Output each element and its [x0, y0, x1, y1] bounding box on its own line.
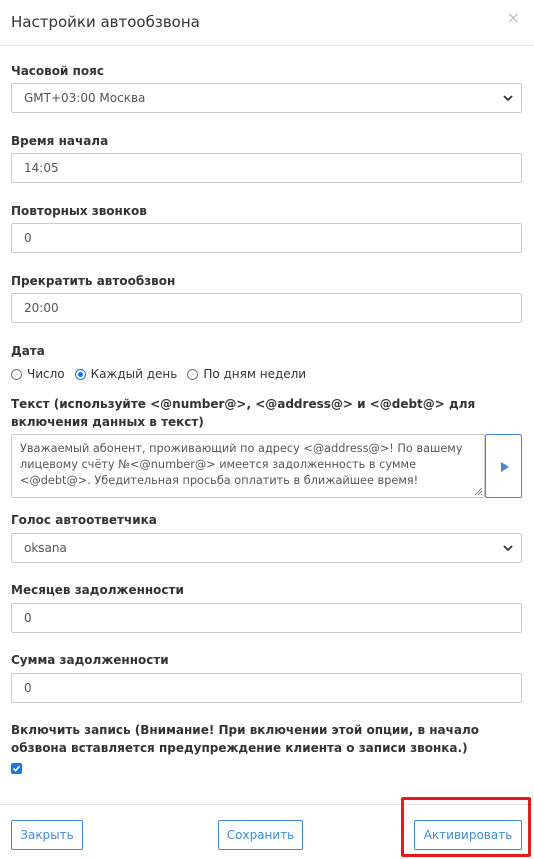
debt-months-label: Месяцев задолженности	[11, 583, 184, 597]
radio-option-weekdays[interactable]: По дням недели	[187, 367, 306, 381]
date-radio-group: Число Каждый день По дням недели	[11, 366, 316, 382]
radio-label: Число	[27, 367, 65, 381]
close-icon[interactable]: ×	[507, 10, 520, 26]
dialog-header: Настройки автообзвона ×	[0, 0, 534, 46]
stop-time-value: 20:00	[24, 301, 59, 315]
retries-value: 0	[24, 231, 32, 245]
retries-label: Повторных звонков	[11, 204, 147, 218]
close-button[interactable]: Закрыть	[11, 820, 83, 850]
start-time-value: 14:05	[24, 161, 59, 175]
radio-label: По дням недели	[203, 367, 307, 381]
dialog-title: Настройки автообзвона	[11, 13, 200, 31]
start-time-input[interactable]: 14:05	[11, 153, 522, 183]
message-text: Уважаемый абонент, проживающий по адресу…	[20, 442, 463, 487]
stop-time-label: Прекратить автообзвон	[11, 274, 176, 288]
timezone-label: Часовой пояс	[11, 64, 104, 78]
timezone-value: GMT+03:00 Москва	[24, 91, 146, 105]
message-textarea[interactable]: Уважаемый абонент, проживающий по адресу…	[11, 434, 485, 498]
debt-amount-value: 0	[24, 681, 32, 695]
radio-label: Каждый день	[90, 367, 178, 381]
chevron-down-icon	[503, 545, 513, 552]
voice-value: oksana	[24, 541, 67, 555]
radio-button[interactable]	[11, 368, 22, 380]
debt-amount-input[interactable]: 0	[11, 673, 522, 703]
voice-select[interactable]: oksana	[11, 533, 522, 563]
message-label: Текст (используйте <@number@>, <@address…	[11, 397, 476, 429]
timezone-select[interactable]: GMT+03:00 Москва	[11, 83, 522, 113]
radio-option-every-day[interactable]: Каждый день	[74, 367, 178, 381]
debt-months-value: 0	[24, 611, 32, 625]
stop-time-input[interactable]: 20:00	[11, 293, 522, 323]
recording-checkbox[interactable]	[11, 763, 22, 774]
radio-button-selected[interactable]	[74, 368, 86, 380]
debt-months-input[interactable]: 0	[11, 603, 522, 633]
play-message-button[interactable]	[485, 434, 522, 498]
checkmark-icon	[12, 765, 21, 772]
chevron-down-icon	[503, 95, 513, 102]
radio-button[interactable]	[187, 368, 199, 380]
recording-label: Включить запись (Внимание! При включении…	[11, 723, 479, 755]
save-button[interactable]: Сохранить	[218, 820, 303, 850]
play-icon	[501, 462, 509, 472]
start-time-label: Время начала	[11, 134, 109, 148]
date-label: Дата	[11, 344, 45, 358]
retries-input[interactable]: 0	[11, 223, 522, 253]
resize-handle-icon[interactable]	[474, 487, 483, 496]
debt-amount-label: Сумма задолженности	[11, 653, 169, 667]
autodial-settings-dialog: Настройки автообзвона × Часовой пояс GMT…	[0, 0, 534, 859]
voice-label: Голос автоответчика	[11, 513, 157, 527]
radio-option-day-number[interactable]: Число	[11, 367, 65, 381]
highlight-box	[401, 797, 531, 857]
